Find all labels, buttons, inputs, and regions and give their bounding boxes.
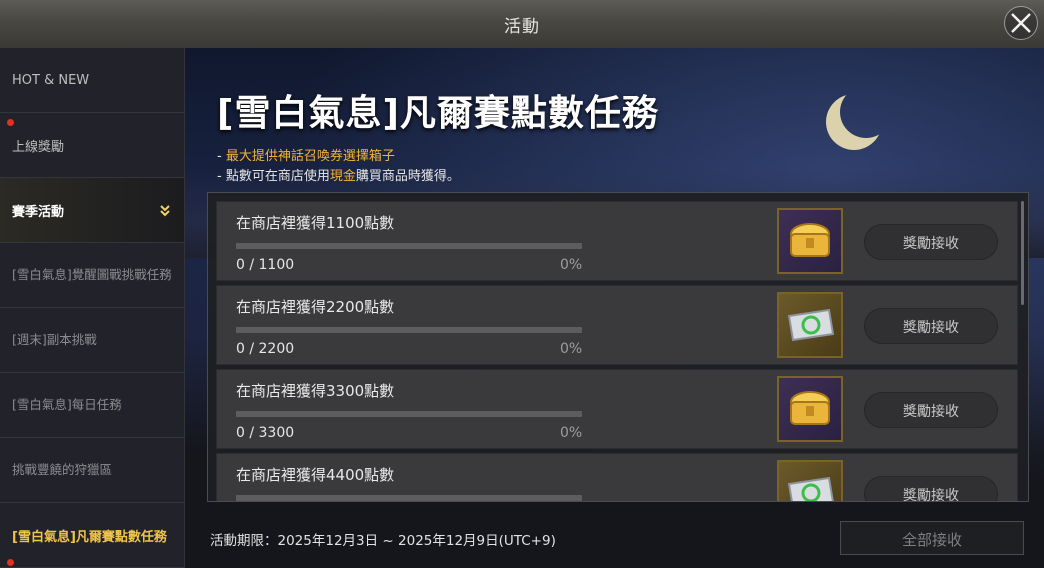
sidebar-item-daily-mission[interactable]: [雪白氣息]每日任務 (0, 373, 184, 438)
note-highlight: 現金 (329, 169, 356, 184)
mission-count: 0 / 2200 (236, 341, 295, 357)
progress-bar (236, 243, 582, 249)
summon-ticket-icon[interactable] (777, 460, 843, 501)
note-text: 購買商品時獲得。 (355, 169, 460, 184)
notification-dot (7, 119, 14, 126)
sidebar-item-label: [雪白氣息]覺醒圖戰挑戰任務 (12, 267, 172, 282)
moon-icon (840, 86, 892, 138)
gold-chest-icon[interactable] (777, 376, 843, 442)
summon-ticket-icon[interactable] (777, 292, 843, 358)
sidebar-item-awakening-challenge[interactable]: [雪白氣息]覺醒圖戰挑戰任務 (0, 243, 184, 308)
sidebar-item-label: [週末]副本挑戰 (12, 332, 97, 347)
mission-count: 0 / 3300 (236, 425, 295, 441)
scrollbar[interactable] (1021, 201, 1024, 305)
claim-reward-button[interactable]: 獎勵接收 (864, 224, 998, 260)
close-button[interactable] (1004, 6, 1038, 40)
close-icon (1011, 13, 1031, 33)
sidebar-item-versailles-points[interactable]: [雪白氣息]凡爾賽點數任務 (0, 503, 184, 568)
event-note-reward: - 最大提供神話召喚券選擇箱子 (217, 145, 395, 164)
collapse-arrow-icon (160, 205, 170, 217)
claim-all-button[interactable]: 全部接收 (840, 521, 1024, 555)
sidebar-item-login-reward[interactable]: 上線獎勵 (0, 113, 184, 178)
event-panel: [雪白氣息]凡爾賽點數任務 - 最大提供神話召喚券選擇箱子 - 點數可在商店使用… (185, 48, 1044, 568)
sidebar-item-hot-new[interactable]: HOT & NEW (0, 48, 184, 113)
sidebar-item-label: 挑戰豐饒的狩獵區 (12, 462, 113, 477)
mission-row: 在商店裡獲得3300點數 0 / 3300 0% 獎勵接收 (216, 369, 1018, 449)
progress-bar (236, 327, 582, 333)
mission-row: 在商店裡獲得1100點數 0 / 1100 0% 獎勵接收 (216, 201, 1018, 281)
summon-ticket-icon (787, 308, 835, 342)
mission-percent: 0% (560, 425, 583, 441)
claim-reward-button[interactable]: 獎勵接收 (864, 308, 998, 344)
summon-ticket-icon (787, 476, 834, 501)
note-text: - (217, 149, 226, 164)
mission-label: 在商店裡獲得1100點數 (236, 214, 395, 232)
event-period: 活動期限：2025年12月3日 ~ 2025年12月9日(UTC+9) (210, 533, 556, 549)
event-note-points: - 點數可在商店使用現金購買商品時獲得。 (217, 165, 460, 184)
event-title: [雪白氣息]凡爾賽點數任務 (217, 93, 659, 134)
claim-reward-button[interactable]: 獎勵接收 (864, 476, 998, 501)
sidebar-item-label: 賽季活動 (12, 204, 65, 220)
sidebar-item-label: 上線獎勵 (12, 139, 65, 155)
mission-row: 在商店裡獲得2200點數 0 / 2200 0% 獎勵接收 (216, 285, 1018, 365)
mission-label: 在商店裡獲得3300點數 (236, 382, 395, 400)
note-text: - 點數可在商店使用 (217, 169, 330, 184)
window-title: 活動 (504, 17, 540, 37)
progress-bar (236, 495, 582, 501)
sidebar-item-label: HOT & NEW (12, 72, 90, 88)
progress-bar (236, 411, 582, 417)
sidebar: HOT & NEW 上線獎勵 賽季活動 [雪白氣息]覺醒圖戰挑戰任務 [週末]副… (0, 48, 185, 568)
mission-label: 在商店裡獲得2200點數 (236, 298, 395, 316)
sidebar-item-label: [雪白氣息]凡爾賽點數任務 (12, 529, 167, 545)
sidebar-item-label: [雪白氣息]每日任務 (12, 397, 122, 412)
mission-row: 在商店裡獲得4400點數 獎勵接收 (216, 453, 1018, 501)
mission-percent: 0% (560, 341, 583, 357)
gold-chest-icon (790, 391, 830, 425)
gold-chest-icon (790, 223, 830, 257)
note-highlight: 最大提供神話召喚券選擇箱子 (225, 149, 395, 164)
mission-label: 在商店裡獲得4400點數 (236, 466, 395, 484)
gold-chest-icon[interactable] (777, 208, 843, 274)
sidebar-item-hunting-ground[interactable]: 挑戰豐饒的狩獵區 (0, 438, 184, 503)
sidebar-item-season-event[interactable]: 賽季活動 (0, 178, 184, 243)
sidebar-item-weekend-dungeon[interactable]: [週末]副本挑戰 (0, 308, 184, 373)
notification-dot (7, 559, 14, 566)
mission-list[interactable]: 在商店裡獲得1100點數 0 / 1100 0% 獎勵接收 在商店裡獲得2200… (207, 192, 1029, 502)
window-titlebar: 活動 (0, 0, 1044, 49)
mission-count: 0 / 1100 (236, 257, 295, 273)
mission-percent: 0% (560, 257, 583, 273)
claim-reward-button[interactable]: 獎勵接收 (864, 392, 998, 428)
